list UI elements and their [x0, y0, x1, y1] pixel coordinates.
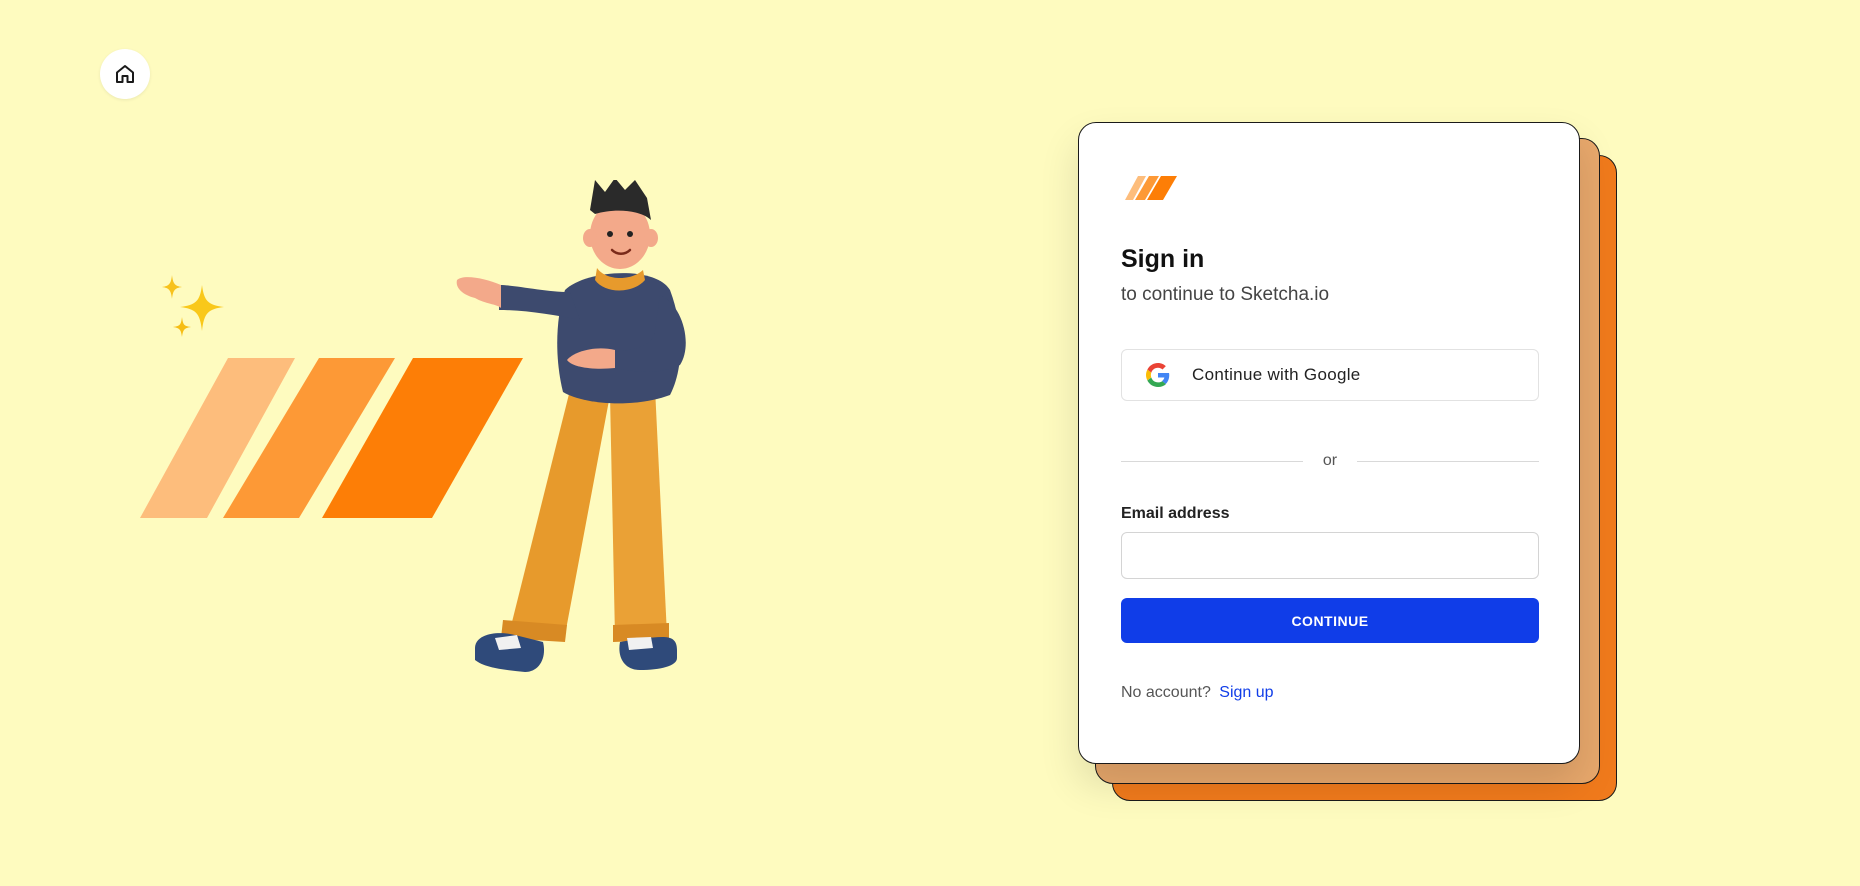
signup-link[interactable]: Sign up	[1219, 684, 1273, 701]
signup-row: No account? Sign up	[1121, 684, 1274, 702]
continue-with-google-button[interactable]: Continue with Google	[1121, 349, 1539, 401]
home-icon	[116, 65, 134, 83]
no-account-text: No account?	[1121, 684, 1211, 701]
stripes-logo	[1125, 176, 1177, 200]
email-field[interactable]	[1121, 532, 1539, 579]
home-button[interactable]	[100, 49, 150, 99]
divider-line-right	[1357, 460, 1540, 462]
continue-button[interactable]: CONTINUE	[1121, 598, 1539, 643]
divider-line-left	[1121, 460, 1303, 462]
email-label: Email address	[1121, 505, 1230, 522]
character-illustration	[456, 180, 686, 672]
sparkles-icon	[162, 275, 224, 337]
or-divider: or	[1121, 451, 1540, 471]
google-icon	[1146, 363, 1170, 387]
signin-card: Sign in to continue to Sketcha.io Contin…	[1078, 122, 1580, 764]
page-subtitle: to continue to Sketcha.io	[1121, 284, 1330, 305]
divider-text: or	[1322, 452, 1338, 469]
google-button-label: Continue with Google	[1192, 365, 1361, 384]
page-title: Sign in	[1121, 245, 1205, 273]
